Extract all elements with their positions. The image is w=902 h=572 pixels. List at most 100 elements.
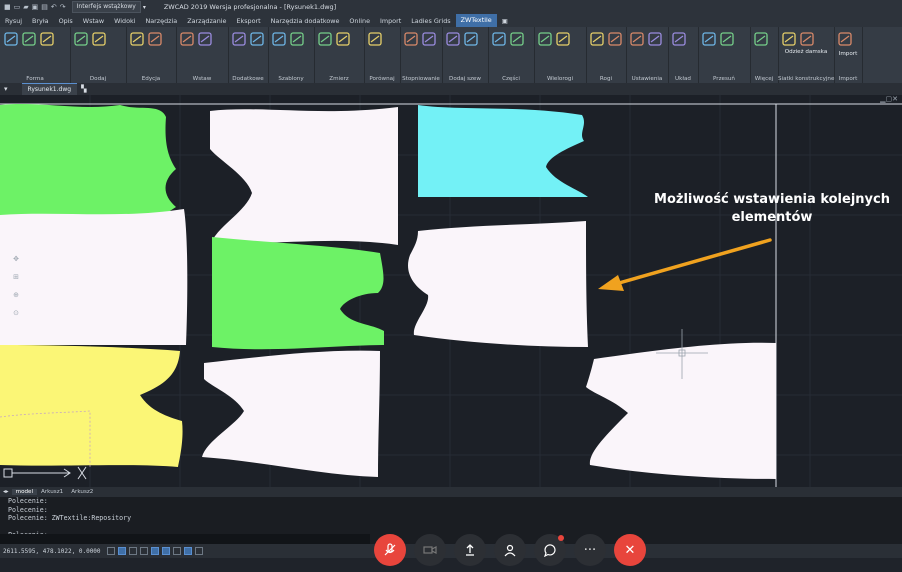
menu-item-3[interactable]: Wstaw [78,17,109,25]
undo-icon[interactable]: ↶ [51,3,57,11]
ribbon-group-6: Zmierz [314,27,365,83]
ribbon-tool-icon[interactable] [367,31,383,47]
document-tab[interactable]: Rysunek1.dwg [21,83,78,95]
chat-button[interactable] [534,534,566,566]
pattern-piece-white-1[interactable] [210,107,398,245]
ortho-toggle-icon[interactable] [128,547,137,555]
command-input[interactable] [0,534,370,544]
ribbon-tool-icon[interactable] [231,31,247,47]
polar-toggle-icon[interactable] [139,547,148,555]
ribbon-tool-icon[interactable] [701,31,717,47]
ribbon-tool-icon[interactable] [421,31,437,47]
ribbon-tool-icon[interactable] [3,31,19,47]
menu-item-0[interactable]: Rysuj [0,17,27,25]
share-button[interactable] [454,534,486,566]
ribbon-tool-icon[interactable] [335,31,351,47]
ribbon-tool-icon[interactable] [837,31,853,47]
ribbon-tool-icon[interactable] [179,31,195,47]
ribbon-tool-icon[interactable] [799,31,815,47]
chevron-down-icon[interactable]: ▾ [143,4,146,11]
app-menu-icon[interactable]: ■ [4,3,11,11]
snap-toggle-icon[interactable] [106,547,115,555]
open-file-icon[interactable]: ▰ [23,3,28,11]
pan-icon[interactable]: ✥ [10,255,22,263]
layout-tab-arkusz2[interactable]: Arkusz2 [67,489,97,495]
zoom-extents-icon[interactable]: ⊞ [10,273,22,281]
odziez-damska-button[interactable]: Odzież damska [782,49,830,56]
ribbon-tool-icon[interactable] [271,31,287,47]
layout-tab-model[interactable]: model [11,489,38,495]
ribbon-tool-icon[interactable] [73,31,89,47]
print-icon[interactable]: ▤ [41,3,48,11]
ribbon-tool-icon[interactable] [647,31,663,47]
ribbon-tool-icon[interactable] [781,31,797,47]
layout-nav-icon[interactable]: ◂▸ [0,489,12,495]
osnap-toggle-icon[interactable] [150,547,159,555]
ribbon-tool-icon[interactable] [463,31,479,47]
menu-item-7[interactable]: Eksport [231,17,265,25]
zoom-window-icon[interactable]: ⊙ [10,309,22,317]
ribbon-tool-icon[interactable] [445,31,461,47]
menu-item-5[interactable]: Narzędzia [140,17,182,25]
ribbon-tool-icon[interactable] [537,31,553,47]
menu-item-1[interactable]: Bryła [27,17,54,25]
ribbon-toggle-icon[interactable]: ▣ [497,17,513,25]
dynamic-input-toggle-icon[interactable] [183,547,192,555]
menu-icon[interactable]: ▾ [4,85,8,93]
import-button[interactable]: Import [834,51,862,57]
ribbon-tool-icon[interactable] [197,31,213,47]
grid-toggle-icon[interactable] [117,547,126,555]
ribbon-tool-icon[interactable] [753,31,769,47]
ribbon-tool-icon[interactable] [39,31,55,47]
ribbon-tool-icon[interactable] [671,31,687,47]
more-button[interactable]: ··· [574,534,606,566]
ribbon-tool-icon[interactable] [249,31,265,47]
menu-item-4[interactable]: Widoki [109,17,140,25]
new-file-icon[interactable]: ▭ [14,3,21,11]
save-icon[interactable]: ▣ [32,3,39,11]
ribbon-tool-icon[interactable] [555,31,571,47]
layout-tab-arkusz1[interactable]: Arkusz1 [37,489,67,495]
pattern-piece-cyan[interactable] [418,105,588,197]
ribbon-tool-icon[interactable] [317,31,333,47]
ribbon-tool-icon[interactable] [147,31,163,47]
pattern-piece-yellow[interactable] [0,345,183,467]
ribbon-tool-icon[interactable] [491,31,507,47]
menu-item-8[interactable]: Narzędzia dodatkowe [266,17,345,25]
pattern-piece-white-2[interactable] [0,209,188,345]
drawing-canvas[interactable]: ✥ ⊞ ⊕ ⊙ ▁▢✕ Możliwość wstawienia kolejny… [0,95,902,487]
menu-item-6[interactable]: Zarządzanie [182,17,231,25]
pattern-piece-green-2[interactable] [212,237,384,350]
ribbon-tool-icon[interactable] [607,31,623,47]
menu-item-2[interactable]: Opis [54,17,78,25]
ribbon-tool-icon[interactable] [91,31,107,47]
quick-props-toggle-icon[interactable] [194,547,203,555]
otrack-toggle-icon[interactable] [161,547,170,555]
viewport-controls-icon[interactable]: ▁▢✕ [880,95,898,103]
zoom-icon[interactable]: ⊕ [10,291,22,299]
ribbon-tool-icon[interactable] [21,31,37,47]
ribbon-tool-icon[interactable] [129,31,145,47]
menu-item-12[interactable]: ZWTextile [455,14,497,27]
pattern-piece-white-4[interactable] [202,350,380,477]
video-off-button[interactable] [414,534,446,566]
ribbon-tool-icon[interactable] [509,31,525,47]
pattern-piece-green-1[interactable] [0,104,176,215]
menu-item-10[interactable]: Import [375,17,406,25]
pattern-piece-white-5[interactable] [586,342,776,479]
lineweight-toggle-icon[interactable] [172,547,181,555]
new-tab-icon[interactable]: ▚ [81,85,86,93]
redo-icon[interactable]: ↷ [60,3,66,11]
ribbon-tool-icon[interactable] [629,31,645,47]
menu-item-9[interactable]: Online [344,17,375,25]
ribbon-tool-icon[interactable] [289,31,305,47]
ribbon-tool-icon[interactable] [403,31,419,47]
ribbon-tool-icon[interactable] [589,31,605,47]
mic-off-button[interactable] [374,534,406,566]
ribbon-tool-icon[interactable] [719,31,735,47]
workspace-dropdown[interactable]: Interfejs wstążkowy [71,1,141,13]
pattern-piece-white-3[interactable] [408,221,588,347]
participants-button[interactable] [494,534,526,566]
leave-button[interactable]: ✕ [614,534,646,566]
menu-item-11[interactable]: Ladies Grids [406,17,455,25]
